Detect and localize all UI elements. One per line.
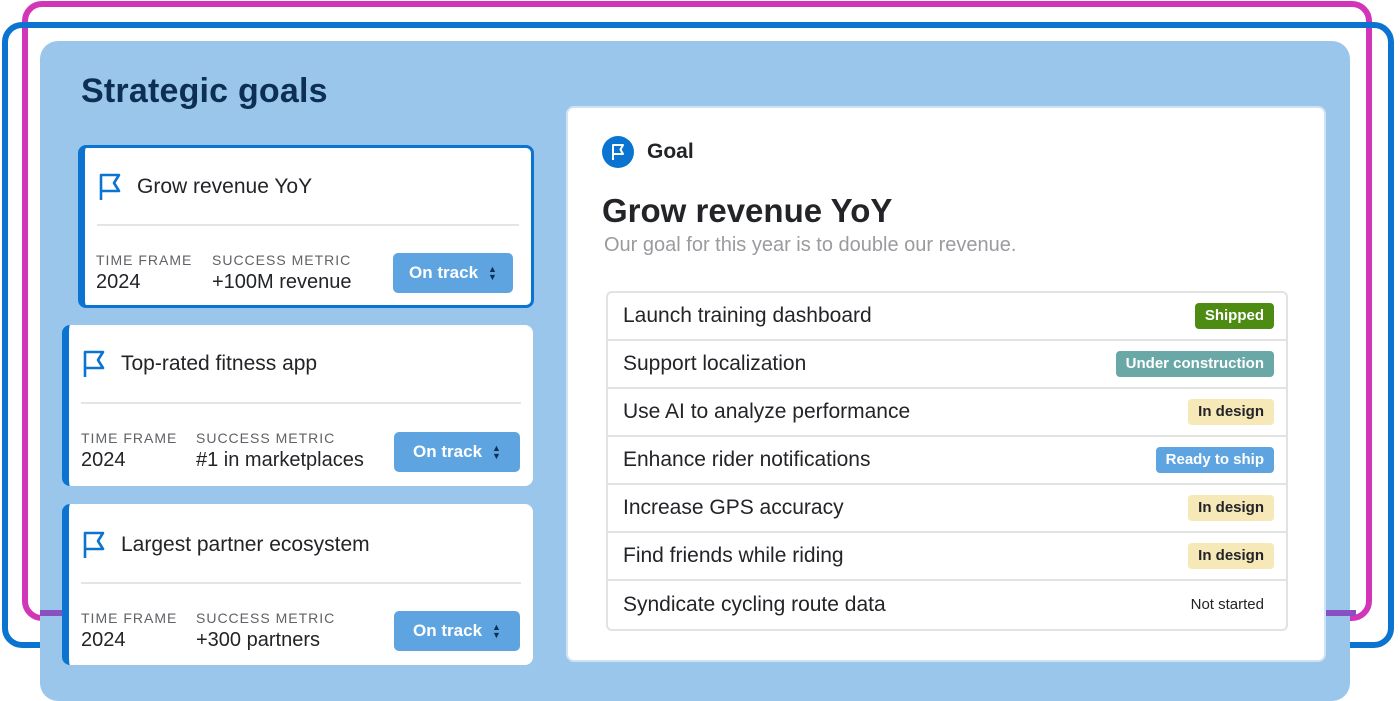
time-frame-value: 2024 bbox=[81, 449, 126, 471]
initiative-row[interactable]: Use AI to analyze performance In design bbox=[608, 389, 1286, 437]
goal-type-header: Goal bbox=[602, 136, 694, 168]
time-frame-label: TIME FRAME bbox=[81, 430, 178, 446]
initiative-name: Find friends while riding bbox=[623, 544, 844, 567]
status-badge[interactable]: Ready to ship bbox=[1155, 447, 1274, 473]
initiative-row[interactable]: Enhance rider notifications Ready to ship bbox=[608, 437, 1286, 485]
flag-icon bbox=[612, 144, 624, 160]
success-metric-label: SUCCESS METRIC bbox=[196, 430, 336, 446]
goal-card[interactable]: Largest partner ecosystem TIME FRAME 202… bbox=[62, 504, 533, 665]
goal-card[interactable]: Top-rated fitness app TIME FRAME 2024 SU… bbox=[62, 325, 533, 486]
status-badge[interactable]: In design bbox=[1188, 495, 1274, 521]
initiative-row[interactable]: Support localization Under construction bbox=[608, 341, 1286, 389]
updown-caret-icon: ▲ ▼ bbox=[492, 622, 501, 640]
goal-detail-title: Grow revenue YoY bbox=[602, 192, 893, 229]
divider bbox=[97, 224, 519, 226]
status-badge[interactable]: Shipped bbox=[1194, 303, 1274, 329]
goal-title: Top-rated fitness app bbox=[121, 352, 318, 375]
initiative-row[interactable]: Find friends while riding In design bbox=[608, 533, 1286, 581]
goal-description: Our goal for this year is to double our … bbox=[604, 234, 1017, 256]
status-label: On track bbox=[409, 263, 479, 282]
time-frame: TIME FRAME 2024 bbox=[81, 610, 177, 652]
success-metric-label: SUCCESS METRIC bbox=[196, 610, 336, 626]
initiative-name: Increase GPS accuracy bbox=[623, 496, 844, 519]
success-metric-value: #1 in marketplaces bbox=[196, 449, 364, 471]
goal-title: Largest partner ecosystem bbox=[121, 533, 370, 556]
goal-title: Grow revenue YoY bbox=[137, 175, 313, 198]
time-frame: TIME FRAME 2024 bbox=[81, 430, 177, 472]
status-badge[interactable]: In design bbox=[1188, 399, 1274, 425]
initiative-list: Launch training dashboard Shipped Support … bbox=[606, 291, 1288, 631]
updown-caret-icon: ▲ ▼ bbox=[488, 264, 497, 282]
initiative-name: Support localization bbox=[623, 352, 807, 375]
divider bbox=[81, 402, 521, 404]
flag-icon bbox=[83, 350, 105, 377]
success-metric-label: SUCCESS METRIC bbox=[212, 252, 352, 268]
goal-type-label: Goal bbox=[647, 140, 694, 163]
time-frame-value: 2024 bbox=[81, 629, 126, 651]
success-metric-value: +300 partners bbox=[196, 629, 320, 651]
success-metric: SUCCESS METRIC +100M revenue bbox=[212, 252, 352, 294]
initiative-name: Launch training dashboard bbox=[623, 304, 872, 327]
flag-icon bbox=[99, 173, 121, 200]
status-dropdown[interactable]: On track ▲ ▼ bbox=[393, 253, 513, 293]
status-dropdown[interactable]: On track ▲ ▼ bbox=[394, 432, 520, 472]
goal-detail-card: Goal Grow revenue YoY Our goal for this … bbox=[566, 106, 1326, 662]
divider bbox=[81, 582, 521, 584]
success-metric: SUCCESS METRIC +300 partners bbox=[196, 610, 335, 652]
panel-title: Strategic goals bbox=[81, 72, 328, 110]
initiative-row[interactable]: Launch training dashboard Shipped bbox=[608, 293, 1286, 341]
initiative-name: Use AI to analyze performance bbox=[623, 400, 911, 423]
goal-card[interactable]: Grow revenue YoY TIME FRAME 2024 SUCCESS… bbox=[78, 145, 534, 308]
success-metric-value: +100M revenue bbox=[212, 271, 352, 293]
connector-stub bbox=[1326, 610, 1356, 616]
initiative-name: Enhance rider notifications bbox=[623, 448, 871, 471]
time-frame-label: TIME FRAME bbox=[96, 252, 193, 268]
updown-caret-icon: ▲ ▼ bbox=[492, 443, 501, 461]
time-frame-label: TIME FRAME bbox=[81, 610, 178, 626]
flag-icon bbox=[83, 531, 105, 558]
status-badge[interactable]: Not started bbox=[1181, 592, 1274, 618]
initiative-row[interactable]: Syndicate cycling route data Not started bbox=[608, 581, 1286, 629]
status-label: On track bbox=[413, 621, 483, 640]
status-dropdown[interactable]: On track ▲ ▼ bbox=[394, 611, 520, 651]
initiative-row[interactable]: Increase GPS accuracy In design bbox=[608, 485, 1286, 533]
status-badge[interactable]: In design bbox=[1188, 543, 1274, 569]
success-metric: SUCCESS METRIC #1 in marketplaces bbox=[196, 430, 364, 472]
status-badge[interactable]: Under construction bbox=[1115, 351, 1274, 377]
initiative-name: Syndicate cycling route data bbox=[623, 593, 886, 616]
goal-type-badge bbox=[602, 136, 634, 168]
time-frame: TIME FRAME 2024 bbox=[96, 252, 192, 294]
time-frame-value: 2024 bbox=[96, 271, 141, 293]
status-label: On track bbox=[413, 442, 483, 461]
